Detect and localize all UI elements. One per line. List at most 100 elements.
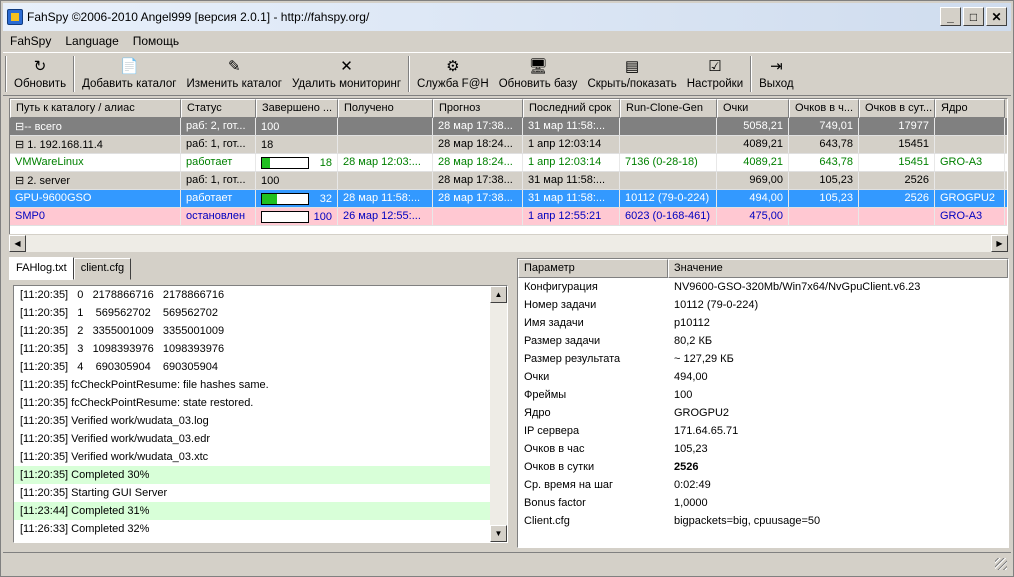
grid-col-header[interactable]: Путь к каталогу / алиас	[10, 99, 181, 118]
param-row: Ядро GROGPU2	[518, 404, 1008, 422]
param-name: Очков в час	[524, 443, 585, 455]
grid-row[interactable]: ⊟ 2. server раб: 1, гот... 100 28 мар 17:38…	[10, 172, 1007, 190]
grid-col-header[interactable]: Прогноз	[433, 99, 523, 118]
grid-cell: 1 апр 12:03:14	[523, 154, 620, 171]
grid-cell: 643,78	[789, 154, 859, 171]
toolbar-label: Добавить каталог	[82, 78, 177, 90]
grid-col-header[interactable]: Ядро	[935, 99, 1005, 118]
menu-bar: FahSpy Language Помощь	[3, 31, 1011, 51]
grid-cell: 28 мар 11:58:...	[338, 190, 433, 207]
grid-col-header[interactable]: Очков в сут...	[859, 99, 935, 118]
menu-2[interactable]: Помощь	[126, 34, 186, 48]
window-title: FahSpy ©2006-2010 Angel999 [версия 2.0.1…	[27, 10, 370, 24]
scroll-up-icon[interactable]: ▲	[490, 286, 507, 303]
grid-cell: остановлен	[181, 208, 256, 225]
toolbar-button-3[interactable]: ✕ Удалить мониторинг	[287, 53, 406, 95]
grid-cell	[935, 172, 1005, 189]
toolbar-label: Обновить базу	[498, 78, 578, 90]
scroll-down-icon[interactable]: ▼	[490, 525, 507, 542]
menu-0[interactable]: FahSpy	[3, 34, 58, 48]
grid-cell: 100	[256, 208, 338, 225]
grid-cell	[338, 118, 433, 135]
delete-icon: ✕	[340, 58, 353, 75]
grid-cell: 4089,21	[717, 154, 789, 171]
toolbar-button-2[interactable]: ✎ Изменить каталог	[182, 53, 287, 95]
horizontal-scrollbar[interactable]: ◀ ▶	[9, 234, 1008, 252]
close-button[interactable]: ✕	[986, 7, 1007, 26]
grid-col-header[interactable]: Run-Clone-Gen	[620, 99, 717, 118]
log-vertical-scrollbar[interactable]: ▲ ▼	[490, 286, 507, 542]
grid-row[interactable]: ⊟ 1. 192.168.11.4 раб: 1, гот... 18 28 мар …	[10, 136, 1007, 154]
grid-cell: 10112 (79-0-224)	[620, 190, 717, 207]
param-value: NV9600-GSO-320Mb/Win7x64/NvGpuClient.v6.…	[674, 281, 921, 293]
param-row: Размер задачи 80,2 КБ	[518, 332, 1008, 350]
param-name: Номер задачи	[524, 299, 597, 311]
grid-col-header[interactable]: Получено	[338, 99, 433, 118]
toolbar-button-1[interactable]: 📄 Добавить каталог	[77, 53, 181, 95]
grid-col-header[interactable]: Очков в ч...	[789, 99, 859, 118]
grid-row[interactable]: ⊟-- всего раб: 2, гот... 100 28 мар 17:38..…	[10, 118, 1007, 136]
progress-bar	[261, 192, 309, 205]
params-col-value[interactable]: Значение	[668, 259, 1008, 278]
grid-body: ⊟-- всего раб: 2, гот... 100 28 мар 17:38..…	[10, 118, 1007, 226]
minimize-button[interactable]: _	[940, 7, 961, 26]
grid-cell: 7136 (0-28-18)	[620, 154, 717, 171]
param-name: Очков в сутки	[524, 461, 595, 473]
grid-cell	[620, 136, 717, 153]
toolbar-label: Служба F@H	[417, 78, 489, 90]
grid-cell: GPU-9600GSO	[10, 190, 181, 207]
parameters-panel: Параметр Значение Конфигурация NV9600-GSO…	[517, 258, 1009, 548]
param-value: 2526	[674, 461, 699, 473]
grid-cell: 28 мар 18:24...	[433, 136, 523, 153]
grid-row[interactable]: GPU-9600GSO работает 32 28 мар 11:58:... 28 …	[10, 190, 1007, 208]
params-col-name[interactable]: Параметр	[518, 259, 668, 278]
grid-col-header[interactable]: Завершено ...	[256, 99, 338, 118]
grid-col-header[interactable]: Последний срок	[523, 99, 620, 118]
tab-0[interactable]: FAHlog.txt	[9, 257, 74, 280]
toolbar-button-6[interactable]: ▤ Скрыть/показать	[582, 53, 681, 95]
toggle-view-icon: ▤	[625, 58, 640, 75]
param-name: Ср. время на шаг	[524, 479, 614, 491]
grid-col-header[interactable]: Очки	[717, 99, 789, 118]
scroll-right-icon[interactable]: ▶	[991, 235, 1008, 252]
log-line: [11:20:35] 0 2178866716 2178866716	[20, 289, 225, 301]
log-line: [11:20:35] Starting GUI Server	[20, 487, 168, 499]
tab-1[interactable]: client.cfg	[73, 258, 132, 280]
grid-cell: 15451	[859, 136, 935, 153]
toolbar-label: Выход	[759, 78, 794, 90]
param-name: Имя задачи	[524, 317, 584, 329]
grid-col-header[interactable]: Статус	[181, 99, 256, 118]
service-icon: ⚙	[446, 58, 460, 75]
param-name: Конфигурация	[524, 281, 598, 293]
clients-grid: Путь к каталогу / алиас Статус Завершено .…	[9, 98, 1008, 252]
log-line: [11:20:35] Verified work/wudata_03.xtc	[20, 451, 209, 463]
maximize-button[interactable]: □	[963, 7, 984, 26]
title-bar[interactable]: FahSpy ©2006-2010 Angel999 [версия 2.0.1…	[3, 3, 1011, 31]
grid-cell: 100	[256, 118, 338, 135]
grid-cell: 15451	[859, 154, 935, 171]
menu-1[interactable]: Language	[58, 34, 125, 48]
grid-row[interactable]: SMP0 остановлен 100 26 мар 12:55:... 1 апр 1…	[10, 208, 1007, 226]
update-db-icon: 🖥	[528, 58, 548, 75]
exit-icon: ⇥	[770, 58, 783, 75]
toolbar-button-7[interactable]: ☑ Настройки	[682, 53, 748, 95]
toolbar-button-4[interactable]: ⚙ Служба F@H	[412, 53, 494, 95]
log-tabs: FAHlog.txt client.cfg	[9, 257, 132, 280]
toolbar-button-5[interactable]: 🖥 Обновить базу	[494, 53, 583, 95]
param-row: Фреймы 100	[518, 386, 1008, 404]
toolbar: ↻ Обновить 📄 Добавить каталог ✎ Изменить ката…	[3, 52, 1011, 96]
grid-cell	[338, 136, 433, 153]
log-line: [11:20:35] 2 3355001009 3355001009	[20, 325, 225, 337]
grid-cell	[433, 208, 523, 225]
grid-cell	[859, 208, 935, 225]
grid-cell: 105,23	[789, 190, 859, 207]
scroll-left-icon[interactable]: ◀	[9, 235, 26, 252]
toolbar-button-0[interactable]: ↻ Обновить	[9, 53, 71, 95]
toolbar-button-8[interactable]: ⇥ Выход	[754, 53, 798, 95]
grid-cell: 2526	[859, 172, 935, 189]
progress-fill	[262, 157, 271, 168]
grid-cell: 6023 (0-168-461)	[620, 208, 717, 225]
resize-grip-icon[interactable]	[995, 558, 1007, 570]
grid-row[interactable]: VMWareLinux работает 18 28 мар 12:03:... 28 …	[10, 154, 1007, 172]
param-name: Client.cfg	[524, 515, 570, 527]
